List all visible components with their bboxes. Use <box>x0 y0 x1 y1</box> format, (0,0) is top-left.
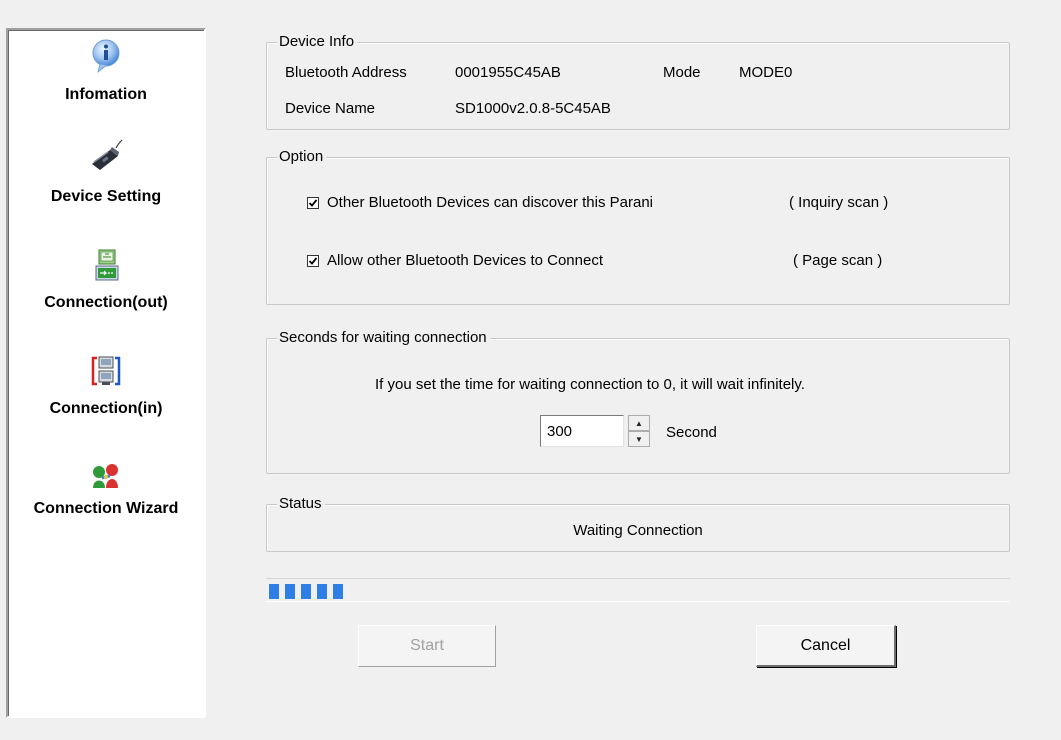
device-name-label: Device Name <box>285 100 376 117</box>
status-text: Waiting Connection <box>573 522 703 539</box>
nav-label-connection-out: Connection(out) <box>44 294 168 311</box>
cancel-button[interactable]: Cancel <box>756 625 896 667</box>
page-scan-checkbox[interactable] <box>307 255 319 267</box>
option-title: Option <box>277 147 327 167</box>
nav-label-information: Infomation <box>65 86 147 103</box>
connection-in-icon <box>88 354 124 388</box>
connection-out-icon <box>88 248 124 282</box>
status-group: Status Waiting Connection <box>266 494 1010 552</box>
progress-segment <box>285 584 295 599</box>
progress-segment <box>301 584 311 599</box>
inquiry-scan-note: ( Inquiry scan ) <box>789 194 889 211</box>
nav-label-device-setting: Device Setting <box>50 188 162 205</box>
device-info-title: Device Info <box>277 32 358 52</box>
seconds-unit: Second <box>666 424 717 441</box>
nav-item-connection-wizard[interactable]: Connection Wizard <box>8 446 204 542</box>
bluetooth-address-label: Bluetooth Address <box>285 64 407 81</box>
spin-up-button[interactable]: ▲ <box>628 415 650 431</box>
device-name-value: SD1000v2.0.8-5C45AB <box>455 100 611 117</box>
status-title: Status <box>277 494 325 514</box>
page-scan-label[interactable]: Allow other Bluetooth Devices to Connect <box>327 251 603 271</box>
nav-item-device-setting[interactable]: Device Setting <box>8 130 204 226</box>
seconds-spinner: ▲ ▼ <box>628 415 650 447</box>
inquiry-scan-checkbox[interactable] <box>307 197 319 209</box>
inquiry-scan-label[interactable]: Other Bluetooth Devices can discover thi… <box>327 193 653 213</box>
wizard-icon <box>88 460 124 494</box>
progress-segment <box>269 584 279 599</box>
device-info-group: Device Info Bluetooth Address 0001955C45… <box>266 32 1010 130</box>
progress-segment <box>333 584 343 599</box>
nav-label-connection-wizard: Connection Wizard <box>33 500 179 517</box>
waiting-title: Seconds for waiting connection <box>277 328 490 348</box>
nav-item-information[interactable]: Infomation <box>8 30 204 126</box>
seconds-input[interactable] <box>540 415 624 447</box>
progress-segment <box>317 584 327 599</box>
nav-item-connection-in[interactable]: Connection(in) <box>8 340 204 440</box>
progress-bar <box>266 578 1010 602</box>
nav-item-connection-out[interactable]: Connection(out) <box>8 234 204 334</box>
nav-label-connection-in: Connection(in) <box>49 400 163 417</box>
waiting-group: Seconds for waiting connection If you se… <box>266 328 1010 474</box>
sidebar: Infomation Device Setting Connection(out… <box>6 28 206 718</box>
waiting-hint: If you set the time for waiting connecti… <box>375 376 805 393</box>
mode-label: Mode <box>663 64 701 81</box>
spin-down-button[interactable]: ▼ <box>628 431 650 447</box>
bluetooth-address-value: 0001955C45AB <box>455 64 561 81</box>
info-icon <box>88 38 124 74</box>
option-group: Option Other Bluetooth Devices can disco… <box>266 147 1010 305</box>
mode-value: MODE0 <box>739 64 793 81</box>
page-scan-note: ( Page scan ) <box>793 252 883 269</box>
start-button[interactable]: Start <box>358 625 496 667</box>
device-icon <box>88 138 124 172</box>
